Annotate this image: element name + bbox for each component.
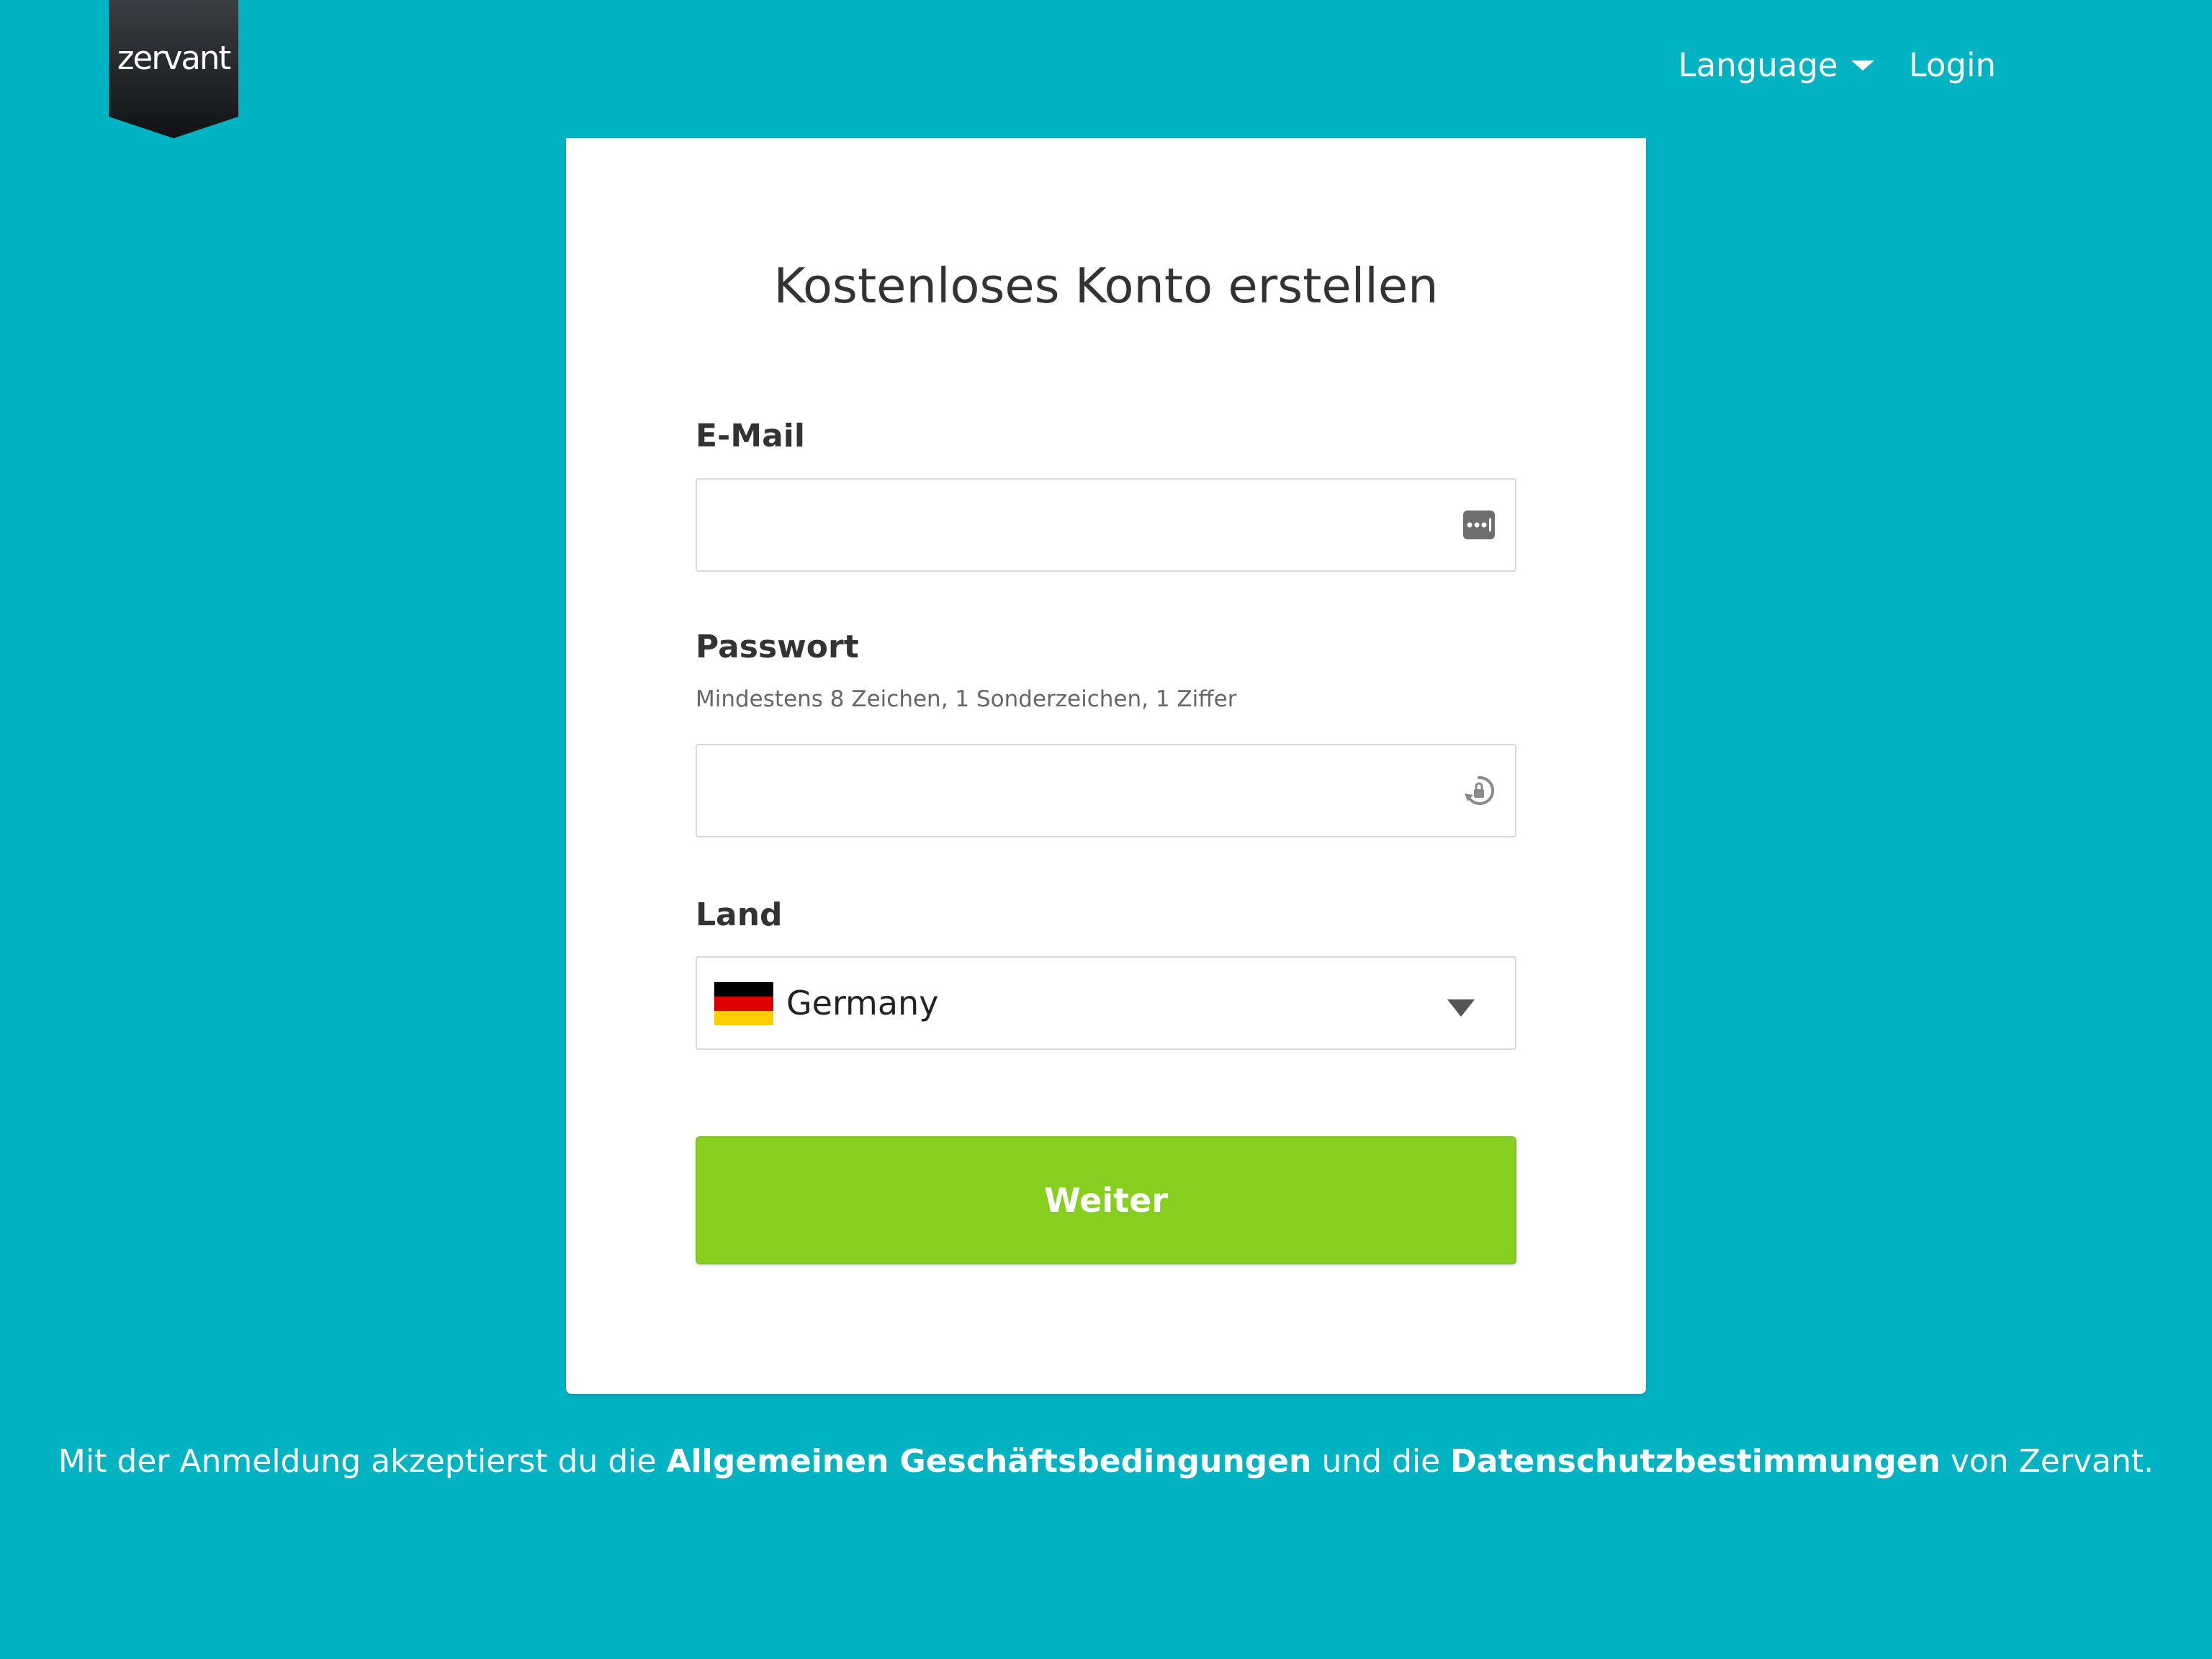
page-title: Kostenloses Konto erstellen	[773, 258, 1439, 314]
password-hint: Mindestens 8 Zeichen, 1 Sonderzeichen, 1…	[696, 686, 1237, 712]
chevron-down-icon	[1851, 60, 1874, 71]
zervant-logo[interactable]: zervant	[109, 0, 238, 138]
caret-down-icon	[1447, 999, 1475, 1017]
password-generator-icon[interactable]	[1463, 775, 1495, 806]
password-manager-icon[interactable]	[1463, 509, 1495, 541]
top-nav: Language Login	[1678, 46, 1996, 84]
country-label: Land	[696, 896, 783, 933]
password-field[interactable]	[697, 745, 1515, 836]
password-field-container	[696, 744, 1516, 837]
privacy-link[interactable]: Datenschutzbestimmungen	[1450, 1443, 1941, 1480]
flag-stripe-black	[714, 982, 773, 997]
email-field-container	[696, 478, 1516, 572]
email-label: E-Mail	[696, 418, 805, 454]
terms-notice: Mit der Anmeldung akzeptierst du die All…	[0, 1443, 2212, 1480]
flag-stripe-red	[714, 997, 773, 1011]
terms-link[interactable]: Allgemeinen Geschäftsbedingungen	[667, 1443, 1312, 1480]
email-field[interactable]	[697, 480, 1515, 570]
terms-text-middle: und die	[1311, 1443, 1451, 1480]
terms-text-after: von Zervant.	[1940, 1443, 2154, 1480]
language-dropdown[interactable]: Language	[1678, 46, 1874, 84]
flag-stripe-gold	[714, 1011, 773, 1025]
continue-button[interactable]: Weiter	[696, 1136, 1516, 1264]
password-label: Passwort	[696, 629, 859, 665]
country-select-value: Germany	[786, 984, 939, 1022]
logo-text: zervant	[117, 39, 231, 77]
language-label: Language	[1678, 46, 1838, 84]
germany-flag-icon	[714, 982, 773, 1025]
login-link[interactable]: Login	[1909, 46, 1996, 84]
country-select[interactable]: Germany	[696, 956, 1516, 1050]
terms-text-before: Mit der Anmeldung akzeptierst du die	[58, 1443, 667, 1480]
